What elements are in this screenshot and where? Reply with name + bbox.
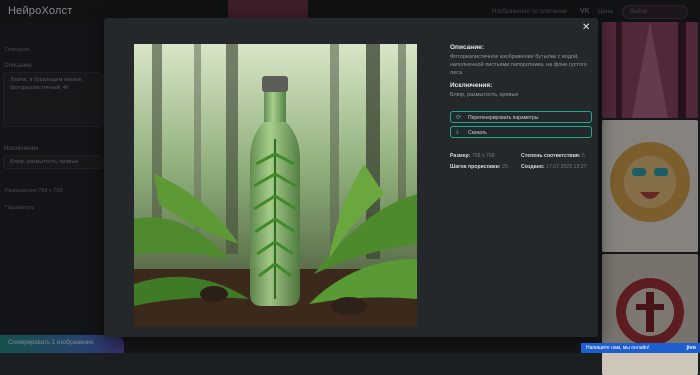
similarity-label: Степень соответствия: bbox=[521, 153, 581, 159]
size-value: 768 x 768 bbox=[471, 153, 495, 159]
image-info: Описание: Фотореалистичное изображение б… bbox=[450, 44, 592, 99]
bottle-with-fern-image bbox=[134, 44, 417, 327]
regenerate-label: Перегенерировать параметры bbox=[468, 115, 539, 121]
chat-widget[interactable]: Напишите нам, мы онлайн! jivo bbox=[581, 343, 700, 353]
similarity-value: 6 bbox=[582, 153, 585, 159]
description-value: Фотореалистичное изображение бутылки с в… bbox=[450, 54, 587, 76]
steps-value: 25 bbox=[502, 164, 508, 170]
description-heading: Описание: bbox=[450, 44, 484, 51]
regenerate-button[interactable]: ⟳ Перегенерировать параметры bbox=[450, 111, 592, 123]
download-button[interactable]: ⤓ Скачать bbox=[450, 126, 592, 138]
image-details-modal: ✕ Описание: Фотореалистичное изображение… bbox=[104, 18, 598, 337]
download-icon: ⤓ bbox=[456, 129, 459, 135]
steps-label: Шагов прорисовки: bbox=[450, 164, 501, 170]
similarity-meta: Степень соответствия: 6 bbox=[521, 153, 585, 159]
created-value: 17.07.2023 13:27 bbox=[546, 164, 587, 170]
created-meta: Создано: 17.07.2023 13:27 bbox=[521, 164, 586, 170]
chat-brand-icon: jivo bbox=[686, 345, 696, 351]
size-meta: Размер: 768 x 768 bbox=[450, 153, 495, 159]
size-label: Размер: bbox=[450, 153, 471, 159]
refresh-icon: ⟳ bbox=[456, 115, 462, 121]
steps-meta: Шагов прорисовки: 25 bbox=[450, 164, 508, 170]
chat-text: Напишите нам, мы онлайн! bbox=[586, 345, 650, 351]
exclusions-value: Блюр, размытость, кривые bbox=[450, 92, 519, 98]
exclusions-heading: Исключения: bbox=[450, 82, 493, 89]
close-icon[interactable]: ✕ bbox=[582, 22, 590, 33]
created-label: Создано: bbox=[521, 164, 545, 170]
generated-image bbox=[134, 44, 417, 327]
download-label: Скачать bbox=[468, 130, 487, 136]
